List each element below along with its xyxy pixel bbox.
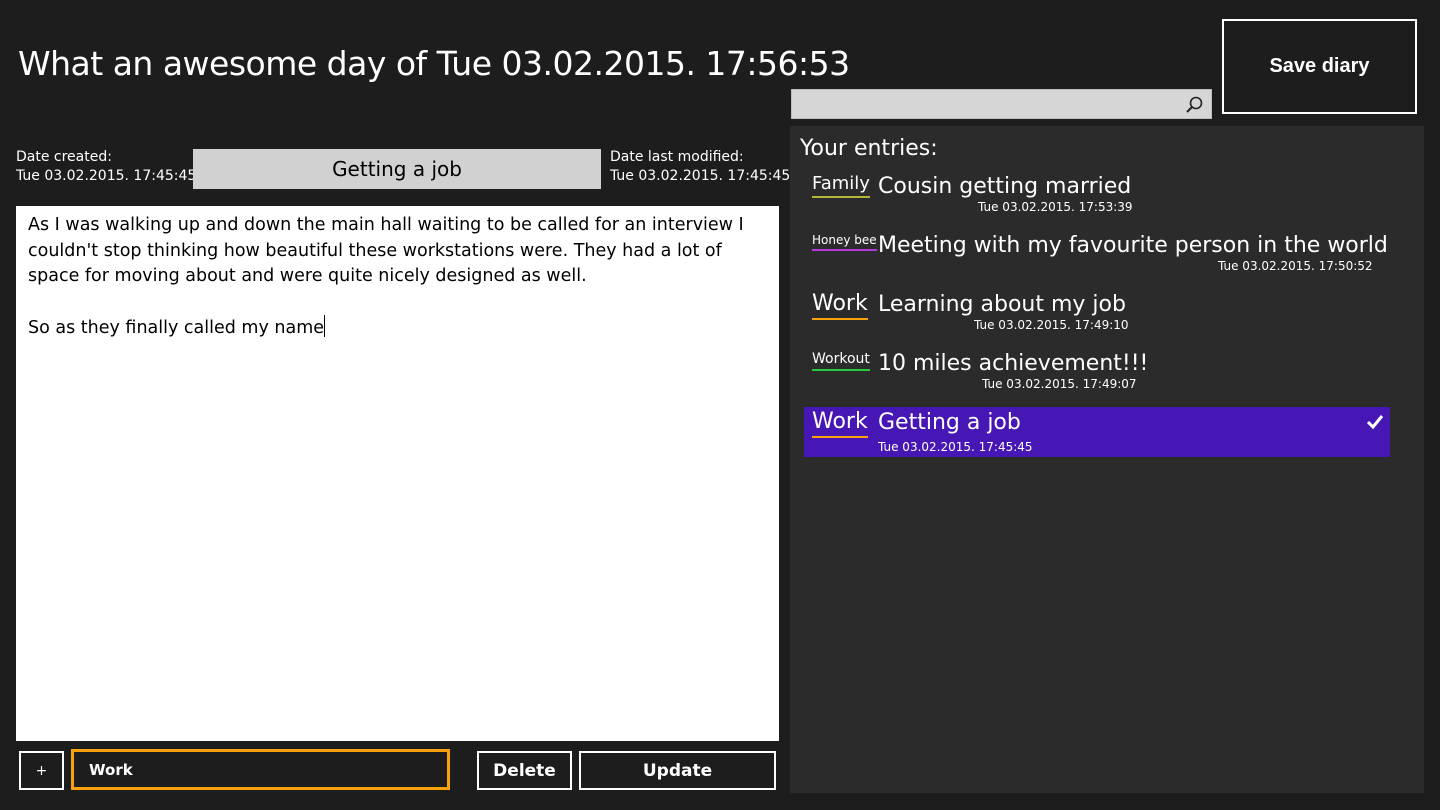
entry-tag-label: Honey bee	[812, 233, 877, 247]
entry-title-field[interactable]: Getting a job	[193, 149, 601, 189]
add-category-button[interactable]: +	[19, 751, 64, 790]
date-created-label: Date created:	[16, 149, 112, 165]
entries-panel: Your entries: Family Cousin getting marr…	[790, 126, 1424, 793]
entry-list-item[interactable]: Work Learning about my job Tue 03.02.201…	[804, 289, 1390, 339]
date-modified-value: Tue 03.02.2015. 17:45:45	[610, 168, 791, 184]
entry-tag: Workout	[812, 351, 870, 371]
date-modified: Date last modified: Tue 03.02.2015. 17:4…	[610, 148, 790, 186]
body-paragraph-last: So as they finally called my name	[28, 315, 767, 342]
update-button[interactable]: Update	[579, 751, 776, 790]
entry-title: Getting a job	[878, 410, 1021, 435]
entry-tag: Work	[812, 409, 868, 438]
search-box[interactable]	[791, 89, 1212, 119]
entry-title: 10 miles achievement!!!	[878, 351, 1149, 376]
entry-tag-underline	[812, 318, 868, 320]
entry-date: Tue 03.02.2015. 17:45:45	[878, 440, 1033, 452]
entry-title: Learning about my job	[878, 292, 1126, 317]
entry-tag-underline	[812, 436, 868, 438]
delete-button[interactable]: Delete	[477, 751, 572, 790]
page-title: What an awesome day of Tue 03.02.2015. 1…	[18, 44, 850, 83]
entry-tag: Work	[812, 291, 868, 320]
entry-tag-label: Work	[812, 409, 868, 434]
body-paragraph-text: So as they finally called my name	[28, 318, 325, 338]
entry-date: Tue 03.02.2015. 17:49:10	[974, 318, 1129, 332]
check-icon	[1366, 415, 1384, 430]
entry-title: Cousin getting married	[878, 174, 1132, 199]
entry-tag-underline	[812, 369, 870, 371]
text-caret	[324, 315, 326, 337]
category-input[interactable]: Work	[71, 749, 450, 790]
entries-heading: Your entries:	[800, 136, 938, 161]
entry-tag-label: Work	[812, 291, 868, 316]
search-icon[interactable]	[1183, 94, 1205, 116]
entry-tag-underline	[812, 196, 870, 198]
entry-list-item[interactable]: Family Cousin getting married Tue 03.02.…	[804, 171, 1390, 221]
entry-date: Tue 03.02.2015. 17:49:07	[982, 377, 1137, 391]
entry-tag-underline	[812, 249, 877, 251]
save-diary-button[interactable]: Save diary	[1222, 19, 1417, 114]
entry-tag-label: Family	[812, 173, 870, 194]
date-created: Date created: Tue 03.02.2015. 17:45:45	[16, 148, 196, 186]
search-input[interactable]	[792, 90, 1188, 118]
date-modified-label: Date last modified:	[610, 149, 744, 165]
entry-title: Meeting with my favourite person in the …	[878, 233, 1388, 258]
entry-list-item[interactable]: Workout 10 miles achievement!!! Tue 03.0…	[804, 348, 1390, 398]
entry-tag: Honey bee	[812, 233, 877, 251]
entry-tag-label: Workout	[812, 351, 870, 367]
entry-list-item[interactable]: Honey bee Meeting with my favourite pers…	[804, 230, 1390, 280]
body-paragraph: As I was walking up and down the main ha…	[28, 215, 744, 286]
entry-body-editor[interactable]: As I was walking up and down the main ha…	[16, 206, 779, 741]
date-created-value: Tue 03.02.2015. 17:45:45	[16, 168, 197, 184]
entry-date: Tue 03.02.2015. 17:50:52	[1218, 259, 1373, 273]
entry-tag: Family	[812, 173, 870, 198]
entry-list-item-selected[interactable]: Work Getting a job Tue 03.02.2015. 17:45…	[804, 407, 1390, 457]
entry-date: Tue 03.02.2015. 17:53:39	[978, 200, 1133, 214]
